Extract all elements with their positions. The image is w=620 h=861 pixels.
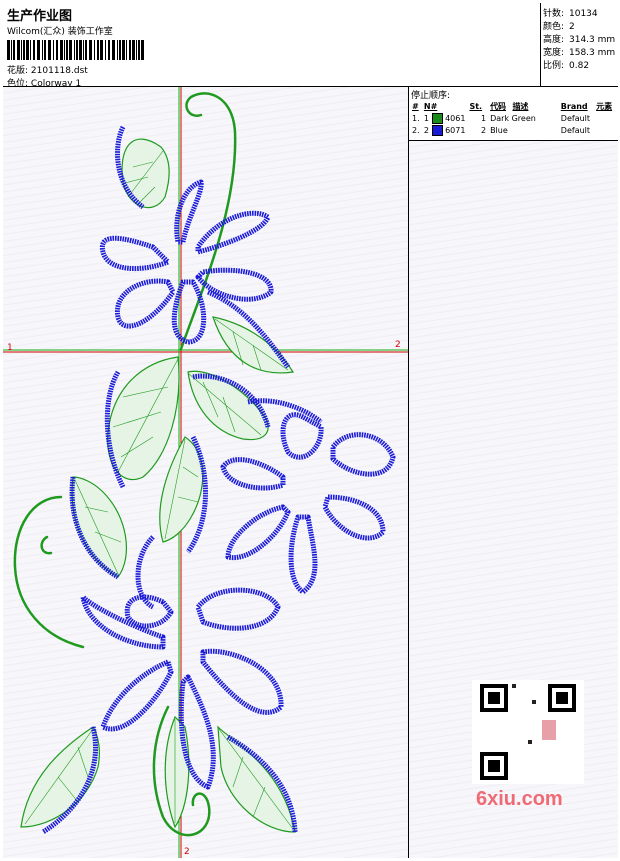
- design-label: 花版:: [7, 66, 29, 76]
- left-curl-stem: [13, 495, 85, 649]
- leaf-center: [159, 436, 204, 543]
- spec-panel: 针数: 10134 颜色: 2 高度: 314.3 mm 宽度: 158.3 mm 比例…: [541, 3, 618, 87]
- leaf-bottom-center: [164, 715, 190, 829]
- spec-stitches: 针数: 10134: [543, 9, 598, 19]
- col-description: 描述: [512, 101, 529, 111]
- design-file: 2101118.dst: [30, 66, 88, 76]
- col-index: #: [412, 101, 419, 111]
- petal-right-1: [280, 412, 324, 460]
- qr-code-image: [480, 684, 576, 780]
- qr-code: [472, 680, 584, 784]
- petal-top-2: [115, 278, 176, 329]
- page-title: 生产作业图: [7, 9, 73, 24]
- petal-right-2: [330, 432, 396, 477]
- axis-label-right: 2: [395, 340, 401, 350]
- petal-top-5: [195, 210, 271, 255]
- petal-right-5: [225, 504, 291, 561]
- petal-right-4: [288, 514, 318, 595]
- petal-bottom-5: [100, 659, 174, 732]
- axis-label-bottom: 2: [184, 847, 190, 857]
- petal-bottom-2: [195, 587, 281, 631]
- col-number: N#: [423, 101, 438, 111]
- spec-width: 宽度: 158.3 mm: [543, 48, 616, 58]
- leaf-axis-right: [212, 316, 295, 374]
- petal-right-3: [322, 494, 386, 541]
- color-table: # N# St. 代码 描述 Brand 元素 1. 1 4061 1 Dark…: [410, 100, 618, 136]
- left-curl-tip: [40, 535, 53, 555]
- color-swatch-green: [431, 112, 443, 124]
- color-table-header: # N# St. 代码 描述 Brand 元素: [410, 100, 618, 112]
- col-element: 元素: [596, 101, 613, 111]
- color-swatch-blue: [431, 124, 443, 136]
- table-row: 2. 2 6071 2 Blue Default: [412, 124, 591, 136]
- spec-colors: 颜色: 2: [543, 22, 575, 32]
- embroidery-design: [3, 87, 408, 858]
- watermark-logo: 6xiu.com: [476, 788, 563, 810]
- col-stop: St.: [469, 101, 483, 111]
- petal-bottom-1: [124, 594, 174, 629]
- design-file-line: 花版: 2101118.dst: [7, 63, 88, 76]
- table-row: 1. 1 4061 1 Dark Green Default: [412, 112, 591, 124]
- leaf-bottom-left: [20, 726, 100, 828]
- axis-label-left: 1: [7, 343, 13, 353]
- col-code: 代码: [490, 101, 507, 111]
- petal-top-1: [99, 235, 171, 272]
- petal-top-6: [174, 179, 204, 245]
- leaf-top: [121, 138, 170, 209]
- header-panel: 生产作业图 Wilcom(汇众) 装饰工作室 花版: 2101118.dst 色…: [3, 3, 541, 89]
- embroidery-design-canvas: 1 2 2: [3, 87, 409, 858]
- barcode: [7, 40, 144, 60]
- petal-right-6: [220, 457, 286, 491]
- stop-sequence-panel: 停止顺序: # N# St. 代码 描述 Brand 元素 1. 1 4061 …: [409, 87, 618, 141]
- spec-scale: 比例: 0.82: [543, 61, 590, 71]
- spec-height: 高度: 314.3 mm: [543, 35, 616, 45]
- petal-bottom-3: [200, 648, 284, 715]
- col-brand: Brand: [560, 101, 588, 111]
- studio-name: Wilcom(汇众) 装饰工作室: [7, 27, 113, 37]
